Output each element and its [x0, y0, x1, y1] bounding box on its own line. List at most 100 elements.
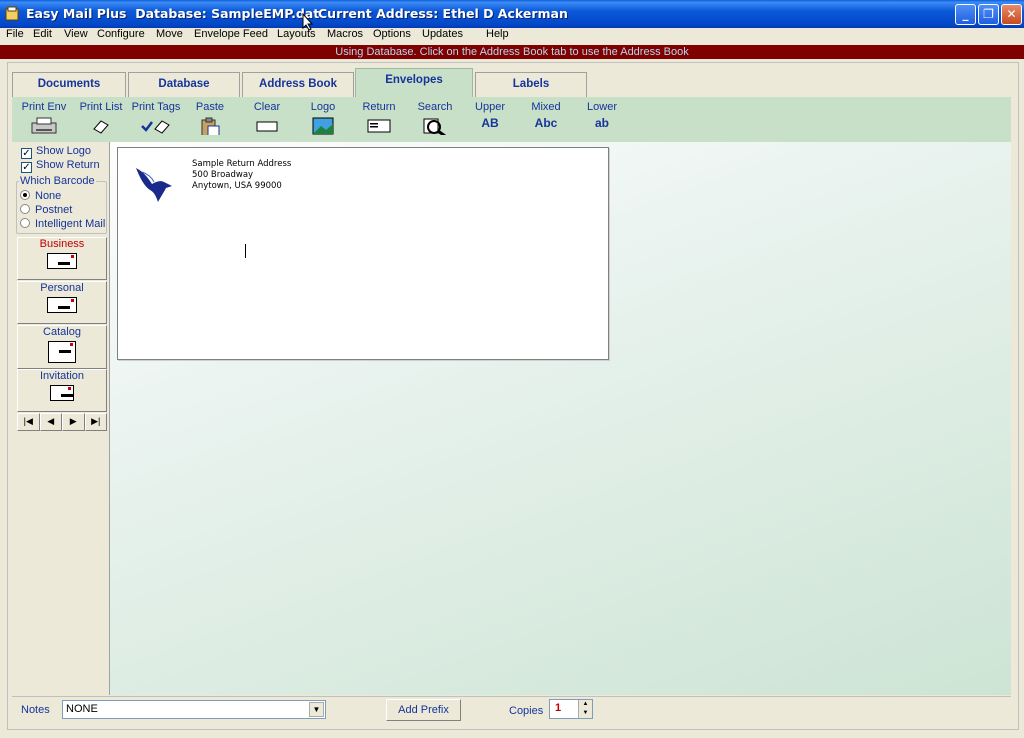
envelope-icon — [47, 297, 77, 313]
envelope-preview[interactable]: Sample Return Address 500 Broadway Anyto… — [117, 147, 609, 360]
show-logo-label: Show Logo — [36, 145, 92, 157]
menu-configure[interactable]: Configure — [97, 28, 145, 40]
copies-stepper[interactable]: 1 ▲ ▼ — [549, 699, 593, 719]
picture-icon — [312, 117, 334, 135]
notes-dropdown[interactable]: NONE ▼ — [62, 700, 326, 719]
text-cursor — [245, 244, 246, 258]
business-label: Business — [39, 238, 85, 250]
print-tags-label: Print Tags — [131, 101, 181, 113]
clipboard-icon — [201, 117, 220, 135]
return-address-line: Sample Return Address — [192, 159, 292, 169]
menu-view[interactable]: View — [64, 28, 88, 40]
envelope-type-catalog[interactable]: Catalog — [17, 325, 107, 369]
personal-label: Personal — [40, 282, 84, 294]
return-address-icon — [367, 119, 391, 133]
return-address-line: 500 Broadway — [192, 170, 254, 180]
paste-label: Paste — [195, 101, 225, 113]
barcode-none-label: None — [35, 190, 62, 202]
show-return-checkbox[interactable]: ✓ Show Return — [21, 159, 100, 173]
envelope-type-personal[interactable]: Personal — [17, 281, 107, 324]
notes-label: Notes — [21, 704, 50, 716]
search-label: Search — [417, 101, 453, 113]
clear-label: Clear — [253, 101, 281, 113]
tab-documents[interactable]: Documents — [12, 72, 126, 97]
app-icon — [5, 6, 19, 21]
spin-arrows-icon[interactable]: ▲ ▼ — [578, 700, 592, 718]
lower-case-button[interactable]: Lower ab — [584, 101, 620, 130]
next-record-button[interactable]: ▶ — [62, 413, 85, 431]
catalog-label: Catalog — [43, 326, 81, 338]
add-prefix-button[interactable]: Add Prefix — [386, 699, 461, 721]
checkbox-checked-icon: ✓ — [21, 148, 32, 159]
return-button[interactable]: Return — [361, 101, 397, 135]
upper-label: Upper — [475, 101, 505, 113]
logo-label: Logo — [310, 101, 336, 113]
envelope-icon — [50, 385, 74, 401]
menu-options[interactable]: Options — [373, 28, 411, 40]
barcode-postnet-radio[interactable]: Postnet — [20, 204, 72, 216]
tab-address-book[interactable]: Address Book — [242, 72, 354, 97]
magnifier-icon — [423, 118, 446, 135]
first-record-button[interactable]: |◀ — [17, 413, 40, 431]
barcode-postnet-label: Postnet — [35, 204, 73, 216]
title-bar: Easy Mail Plus Database: SampleEMP.dat C… — [0, 0, 1024, 28]
menu-updates[interactable]: Updates — [422, 28, 463, 40]
logo-button[interactable]: Logo — [308, 101, 338, 135]
close-button[interactable]: ✕ — [1001, 4, 1022, 25]
lower-label: Lower — [587, 101, 617, 113]
menu-envelope-feed[interactable]: Envelope Feed — [194, 28, 268, 40]
menu-file[interactable]: File — [6, 28, 24, 40]
chevron-down-icon[interactable]: ▼ — [309, 702, 324, 717]
paste-button[interactable]: Paste — [192, 101, 228, 135]
list-icon — [93, 120, 109, 134]
print-env-button[interactable]: Print Env — [21, 101, 67, 135]
search-button[interactable]: Search — [415, 101, 455, 135]
previous-record-button[interactable]: ◀ — [39, 413, 62, 431]
minimize-button[interactable]: _ — [955, 4, 976, 25]
last-record-button[interactable]: ▶| — [84, 413, 107, 431]
notes-value: NONE — [66, 703, 98, 715]
menu-bar: File Edit View Configure Move Envelope F… — [0, 28, 1024, 45]
mixed-case-button[interactable]: Mixed Abc — [528, 101, 564, 130]
tab-labels[interactable]: Labels — [475, 72, 587, 97]
upper-case-button[interactable]: Upper AB — [472, 101, 508, 130]
window-title: Easy Mail Plus Database: SampleEMP.dat — [26, 6, 320, 21]
bird-logo-icon — [136, 168, 172, 202]
barcode-none-radio[interactable]: None — [20, 190, 61, 202]
invitation-label: Invitation — [39, 370, 85, 382]
barcode-intelligent-mail-radio[interactable]: Intelligent Mail — [20, 218, 105, 230]
envelope-toolbar: Print Env Print List Print Tags Paste Cl… — [12, 97, 1011, 142]
checkbox-checked-icon: ✓ — [21, 162, 32, 173]
menu-macros[interactable]: Macros — [327, 28, 363, 40]
envelope-type-invitation[interactable]: Invitation — [17, 369, 107, 412]
envelope-icon — [47, 253, 77, 269]
tab-database[interactable]: Database — [128, 72, 240, 97]
status-message: Using Database. Click on the Address Boo… — [0, 45, 1024, 59]
envelope-type-business[interactable]: Business — [17, 237, 107, 280]
radio-selected-icon — [20, 190, 30, 200]
show-return-label: Show Return — [36, 159, 100, 171]
show-logo-checkbox[interactable]: ✓ Show Logo — [21, 145, 91, 159]
current-address: Current Address: Ethel D Ackerman — [318, 6, 568, 21]
print-list-button[interactable]: Print List — [77, 101, 125, 135]
copies-label: Copies — [509, 705, 544, 717]
menu-help[interactable]: Help — [486, 28, 509, 40]
tags-icon — [141, 120, 170, 134]
copies-value: 1 — [555, 702, 562, 714]
record-navigation: |◀ ◀ ▶ ▶| — [17, 413, 107, 431]
tab-envelopes[interactable]: Envelopes — [355, 68, 473, 98]
clear-button[interactable]: Clear — [250, 101, 284, 135]
maximize-button[interactable]: ❐ — [978, 4, 999, 25]
menu-move[interactable]: Move — [156, 28, 183, 40]
print-env-label: Print Env — [21, 101, 67, 113]
barcode-group-label: Which Barcode — [19, 175, 96, 187]
upper-case-icon: AB — [481, 116, 499, 130]
radio-icon — [20, 218, 30, 228]
print-tags-button[interactable]: Print Tags — [130, 101, 182, 135]
clear-icon — [256, 121, 278, 132]
envelope-icon — [48, 341, 76, 363]
mixed-label: Mixed — [531, 101, 561, 113]
mouse-cursor-icon — [302, 13, 314, 31]
barcode-intelligent-mail-label: Intelligent Mail — [35, 218, 106, 230]
menu-edit[interactable]: Edit — [33, 28, 52, 40]
